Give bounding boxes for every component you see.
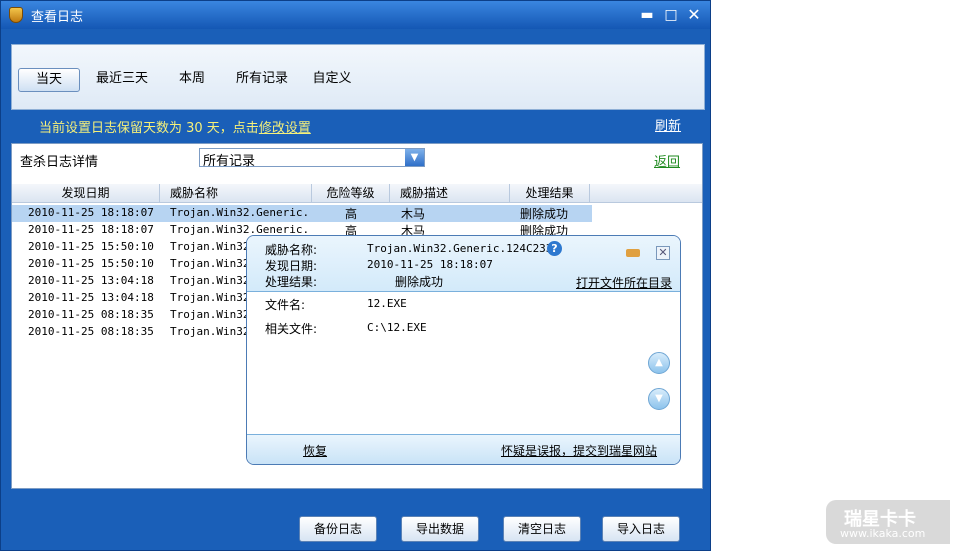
cell-date: 2010-11-25 15:50:10: [28, 240, 154, 253]
watermark-url: www.ikaka.com: [840, 527, 926, 540]
file-name-value: 12.EXE: [367, 297, 407, 310]
title-bar[interactable]: 查看日志 ▬ □ ✕: [1, 1, 710, 29]
column-threat-name[interactable]: 威胁名称: [160, 184, 312, 203]
column-threat-desc[interactable]: 威胁描述: [390, 184, 510, 203]
record-filter-select[interactable]: 所有记录 ▼: [199, 148, 425, 169]
retention-notice-text: 当前设置日志保留天数为 30 天，点击: [39, 121, 259, 136]
refresh-link[interactable]: 刷新: [655, 115, 681, 134]
log-viewer-window: 查看日志 ▬ □ ✕ 当天 最近三天 本周 所有记录 自定义 当前设置日志保留天…: [0, 0, 711, 551]
related-file-value: C:\12.EXE: [367, 321, 427, 334]
popup-footer: 恢复 怀疑是误报，提交到瑞星网站: [247, 434, 680, 464]
restore-link[interactable]: 恢复: [303, 442, 327, 459]
cell-date: 2010-11-25 18:18:07: [28, 223, 154, 236]
cell-date: 2010-11-25 08:18:35: [28, 308, 154, 321]
modify-settings-link[interactable]: 修改设置: [259, 121, 311, 136]
result-value: 删除成功: [395, 275, 444, 289]
app-shield-icon: [9, 7, 23, 23]
cell-threat-name: Trojan.Win32.Generic...: [170, 206, 310, 219]
file-name-label: 文件名:: [265, 298, 306, 312]
found-date-value: 2010-11-25 18:18:07: [367, 258, 493, 271]
cell-date: 2010-11-25 13:04:18: [28, 291, 154, 304]
tab-this-week[interactable]: 本周: [172, 68, 212, 92]
cell-result: 删除成功: [520, 207, 569, 221]
import-log-button[interactable]: 导入日志: [602, 516, 680, 542]
table-header: 发现日期 威胁名称 危险等级 威胁描述 处理结果: [12, 184, 702, 203]
cell-date: 2010-11-25 08:18:35: [28, 325, 154, 338]
popup-close-icon[interactable]: ✕: [656, 246, 670, 260]
tab-last-three-days[interactable]: 最近三天: [92, 68, 152, 92]
filter-label: 查杀日志详情: [20, 155, 99, 170]
cell-date: 2010-11-25 18:18:07: [28, 206, 154, 219]
scroll-down-icon[interactable]: ▼: [648, 388, 670, 410]
column-found-date[interactable]: 发现日期: [12, 184, 160, 203]
retention-notice: 当前设置日志保留天数为 30 天，点击修改设置: [39, 117, 311, 136]
select-value: 所有记录: [203, 154, 256, 169]
popup-header: 威胁名称: Trojan.Win32.Generic.124C233F ? ✕ …: [247, 236, 680, 292]
backup-log-button[interactable]: 备份日志: [299, 516, 377, 542]
cell-threat-desc: 木马: [401, 207, 426, 221]
cell-date: 2010-11-25 13:04:18: [28, 274, 154, 287]
pin-icon[interactable]: [626, 249, 640, 257]
threat-detail-popup: 威胁名称: Trojan.Win32.Generic.124C233F ? ✕ …: [246, 235, 681, 465]
help-icon[interactable]: ?: [547, 241, 562, 256]
clear-log-button[interactable]: 清空日志: [503, 516, 581, 542]
result-label: 处理结果:: [265, 275, 318, 289]
cell-risk-level: 高: [345, 207, 358, 221]
cell-date: 2010-11-25 15:50:10: [28, 257, 154, 270]
table-row[interactable]: 2010-11-25 18:18:07 Trojan.Win32.Generic.…: [12, 205, 592, 222]
date-range-tabs: 当天 最近三天 本周 所有记录 自定义: [11, 44, 705, 110]
chevron-down-icon[interactable]: ▼: [405, 149, 424, 166]
window-title: 查看日志: [31, 10, 84, 25]
column-risk-level[interactable]: 危险等级: [312, 184, 390, 203]
export-data-button[interactable]: 导出数据: [401, 516, 479, 542]
scroll-up-icon[interactable]: ▲: [648, 352, 670, 374]
tab-all-records[interactable]: 所有记录: [232, 68, 292, 92]
open-folder-link[interactable]: 打开文件所在目录: [576, 274, 672, 291]
threat-name-label: 威胁名称:: [265, 243, 318, 257]
found-date-label: 发现日期:: [265, 259, 318, 273]
maximize-icon[interactable]: □: [662, 6, 680, 24]
tab-today[interactable]: 当天: [18, 68, 80, 92]
threat-name-value: Trojan.Win32.Generic.124C233F: [367, 242, 560, 255]
minimize-icon[interactable]: ▬: [638, 6, 656, 24]
close-icon[interactable]: ✕: [685, 6, 703, 24]
related-file-label: 相关文件:: [265, 322, 318, 336]
back-link[interactable]: 返回: [654, 151, 680, 170]
watermark-logo: 瑞星卡卡 www.ikaka.com: [826, 500, 950, 544]
report-false-positive-link[interactable]: 怀疑是误报，提交到瑞星网站: [501, 442, 657, 459]
tab-custom[interactable]: 自定义: [310, 68, 354, 92]
column-result[interactable]: 处理结果: [510, 184, 590, 203]
